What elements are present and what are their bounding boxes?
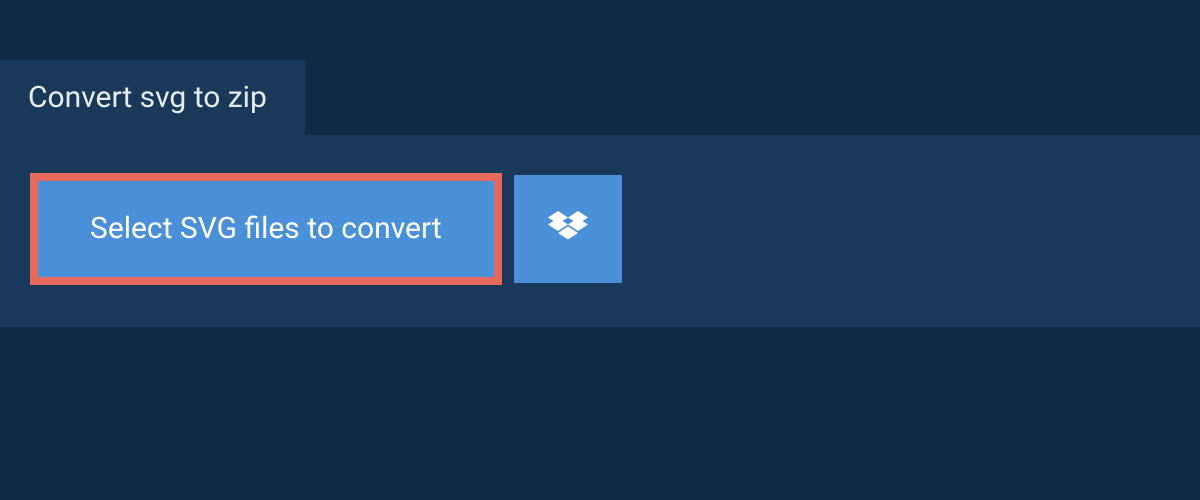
- tab-label: Convert svg to zip: [28, 80, 267, 115]
- tab-convert-svg-to-zip[interactable]: Convert svg to zip: [0, 60, 305, 135]
- select-files-label: Select SVG files to convert: [90, 211, 442, 246]
- tab-bar: Convert svg to zip: [0, 0, 1200, 135]
- content-panel: Select SVG files to convert: [0, 135, 1200, 327]
- select-files-button[interactable]: Select SVG files to convert: [30, 173, 502, 285]
- dropbox-button[interactable]: [514, 175, 622, 283]
- dropbox-icon: [548, 211, 588, 247]
